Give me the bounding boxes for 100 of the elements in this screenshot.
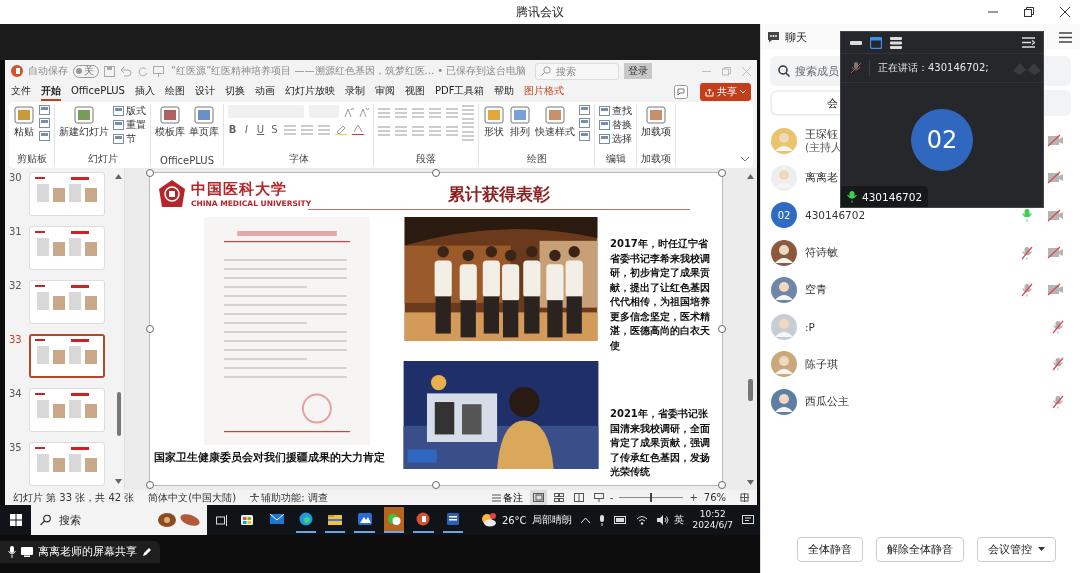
normal-view-icon[interactable] [532, 493, 544, 502]
ribbon-button[interactable]: 快速样式 [535, 105, 575, 137]
highlight-icon[interactable] [335, 124, 347, 135]
scrollbar-thumb[interactable] [747, 378, 753, 401]
format-button[interactable]: S [270, 124, 279, 135]
restore-icon[interactable] [1024, 7, 1034, 17]
single-view-icon[interactable] [870, 36, 882, 49]
scroll-up-icon[interactable] [115, 174, 122, 179]
reading-view-icon[interactable] [573, 493, 584, 502]
scroll-down-icon[interactable] [746, 480, 754, 485]
clock-time[interactable]: 10:52 [699, 509, 726, 520]
ribbon-tab[interactable]: 录制 [344, 83, 365, 101]
command-icon[interactable] [39, 131, 50, 141]
scrollbar-thumb[interactable] [116, 392, 121, 436]
weather-condition[interactable]: 局部晴朗 [531, 513, 572, 527]
slide-thumbnail[interactable] [29, 334, 105, 378]
camera-off-icon[interactable] [1047, 283, 1064, 297]
shrink-font-icon[interactable] [359, 106, 369, 117]
resize-handle[interactable] [718, 169, 726, 177]
menu-icon[interactable] [1059, 31, 1072, 43]
scroll-up-icon[interactable] [746, 174, 754, 179]
login-button[interactable]: 登录 [624, 63, 653, 79]
weather-icon[interactable] [480, 513, 497, 527]
minimize-view-icon[interactable] [850, 39, 862, 46]
panel-button[interactable]: 全体静音 [797, 536, 863, 562]
ribbon-tab[interactable]: 文件 [11, 83, 31, 101]
ribbon-tab[interactable]: 视图 [404, 83, 425, 101]
ribbon-tab[interactable]: PDF工具箱 [434, 83, 485, 101]
ribbon-button[interactable]: 形状 [483, 105, 505, 137]
close-icon[interactable] [1060, 7, 1070, 17]
share-button[interactable]: 共享 [700, 83, 751, 101]
ribbon-button[interactable]: 节 [113, 133, 146, 144]
font-color-icon[interactable] [352, 124, 364, 135]
temperature[interactable]: 26°C [501, 514, 527, 526]
pen-icon[interactable] [142, 547, 152, 557]
taskbar-button[interactable] [383, 507, 405, 533]
collapse-icon[interactable] [1022, 37, 1035, 48]
slideshow-icon[interactable] [593, 493, 604, 502]
zoom-level[interactable]: 76% [703, 492, 726, 503]
ribbon-tab[interactable]: 图片格式 [524, 83, 565, 101]
command-icon[interactable] [579, 118, 590, 128]
fit-slide-icon[interactable] [740, 493, 749, 502]
start-icon[interactable] [10, 514, 22, 526]
resize-handle[interactable] [718, 481, 726, 489]
panel-button[interactable]: 解除全体静音 [876, 536, 964, 562]
panel-button[interactable]: 会议管控 [977, 536, 1056, 562]
format-button[interactable]: B [228, 124, 237, 135]
ribbon-button[interactable]: 替换 [599, 119, 632, 130]
muted-mic-icon[interactable] [1052, 394, 1064, 409]
ribbon-button[interactable]: 单页库 [189, 105, 219, 137]
ribbon-button[interactable]: 版式 [113, 105, 146, 116]
tray-caret-icon[interactable] [580, 517, 590, 523]
taskbar-search-field[interactable]: 搜索 [31, 505, 207, 535]
scroll-down-icon[interactable] [115, 479, 122, 484]
command-icon[interactable] [579, 105, 590, 115]
ribbon-button[interactable]: 重置 [113, 119, 146, 130]
format-button[interactable]: U [256, 124, 265, 135]
comment-icon[interactable] [674, 85, 688, 99]
command-icon[interactable] [39, 118, 50, 128]
format-button[interactable]: I [242, 124, 251, 135]
notification-icon[interactable] [742, 514, 754, 526]
ribbon-tab[interactable]: 插入 [134, 83, 155, 101]
ribbon-tab[interactable]: 审阅 [374, 83, 395, 101]
resize-handle[interactable] [718, 325, 726, 333]
ribbon-button[interactable]: 加载项 [641, 105, 671, 137]
sorter-view-icon[interactable] [553, 493, 564, 502]
camera-off-icon[interactable] [1047, 171, 1064, 185]
muted-mic-icon[interactable] [1052, 320, 1064, 335]
ribbon-tab[interactable]: 切换 [224, 83, 245, 101]
search-field[interactable]: 搜索 [535, 62, 620, 80]
camera-off-icon[interactable] [1047, 246, 1064, 260]
ribbon-button[interactable]: 查找 [599, 105, 632, 116]
ribbon-tab[interactable]: 幻灯片放映 [284, 83, 335, 101]
task-view-icon[interactable] [216, 514, 228, 526]
command-icon[interactable] [579, 131, 590, 141]
clock-date[interactable]: 2024/6/7 [692, 520, 733, 531]
notes-button[interactable]: 备注 [491, 490, 523, 505]
camera-off-icon[interactable] [1047, 208, 1064, 222]
ribbon-button[interactable]: 新建幻灯片 [59, 105, 109, 137]
resize-handle[interactable] [146, 325, 154, 333]
camera-off-icon[interactable] [1047, 134, 1064, 148]
accessibility-status[interactable]: 辅助功能: 调查 [261, 490, 328, 505]
ribbon-tab[interactable]: 开始 [41, 83, 61, 101]
command-icon[interactable] [39, 105, 50, 115]
list-view-icon[interactable] [890, 36, 902, 49]
resize-handle[interactable] [432, 481, 440, 489]
muted-mic-icon[interactable] [1052, 357, 1064, 372]
ribbon-button[interactable]: 选择 [599, 133, 632, 144]
accessibility-icon[interactable] [250, 493, 260, 502]
zoom-in-button[interactable]: + [689, 492, 698, 503]
wifi-icon[interactable] [635, 515, 648, 525]
resize-handle[interactable] [146, 481, 154, 489]
ribbon-tab[interactable]: 帮助 [494, 83, 515, 101]
ribbon-button[interactable]: 模板库 [155, 105, 185, 137]
ribbon-tab[interactable]: 绘图 [164, 83, 185, 101]
battery-icon[interactable] [613, 516, 627, 524]
caret-icon[interactable] [741, 157, 749, 162]
muted-mic-icon[interactable] [1021, 245, 1033, 260]
microphone-icon[interactable] [598, 514, 605, 526]
zoom-out-button[interactable]: - [609, 492, 614, 503]
